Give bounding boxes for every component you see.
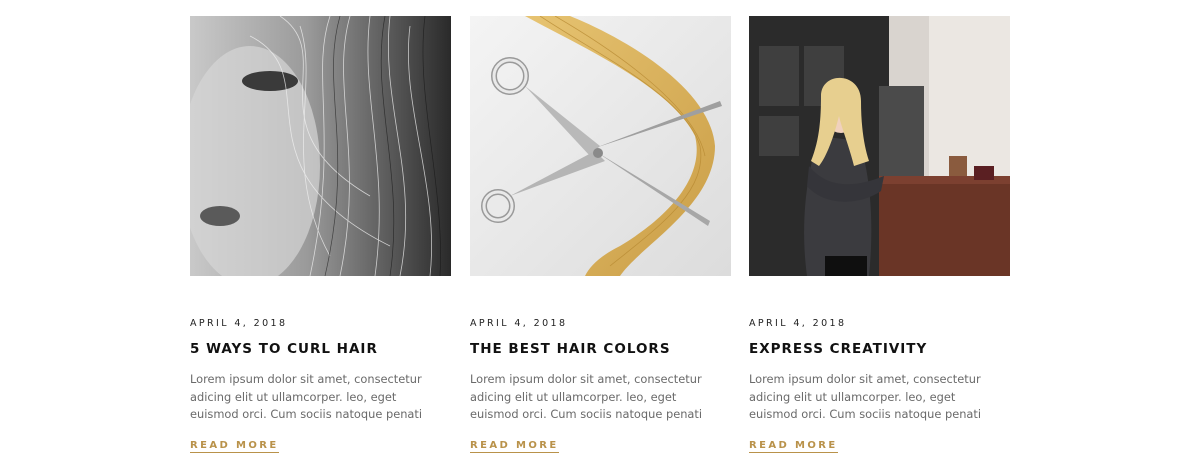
post-excerpt: Lorem ipsum dolor sit amet, consectetur … xyxy=(749,372,982,421)
post-title[interactable]: EXPRESS CREATIVITY xyxy=(749,341,1010,357)
post-excerpt: Lorem ipsum dolor sit amet, consectetur … xyxy=(470,372,703,421)
post-image-link[interactable] xyxy=(470,16,731,276)
post-image xyxy=(190,16,451,276)
read-more-link[interactable]: READ MORE xyxy=(190,440,279,453)
post-date: APRIL 4, 2018 xyxy=(470,318,568,329)
blog-card: APRIL 4, 2018 5 WAYS TO CURL HAIR Lorem … xyxy=(190,16,451,453)
post-excerpt: Lorem ipsum dolor sit amet, consectetur … xyxy=(190,372,423,421)
post-image-link[interactable] xyxy=(190,16,451,276)
blog-grid: APRIL 4, 2018 5 WAYS TO CURL HAIR Lorem … xyxy=(190,16,1010,466)
blog-card: APRIL 4, 2018 EXPRESS CREATIVITY Lorem i… xyxy=(749,16,1010,453)
post-date: APRIL 4, 2018 xyxy=(749,318,847,329)
post-title[interactable]: 5 WAYS TO CURL HAIR xyxy=(190,341,451,357)
post-image xyxy=(749,16,1010,276)
blog-card: APRIL 4, 2018 THE BEST HAIR COLORS Lorem… xyxy=(470,16,731,453)
post-image xyxy=(470,16,731,276)
read-more-link[interactable]: READ MORE xyxy=(749,440,838,453)
post-date: APRIL 4, 2018 xyxy=(190,318,288,329)
read-more-link[interactable]: READ MORE xyxy=(470,440,559,453)
post-image-link[interactable] xyxy=(749,16,1010,276)
post-title[interactable]: THE BEST HAIR COLORS xyxy=(470,341,731,357)
